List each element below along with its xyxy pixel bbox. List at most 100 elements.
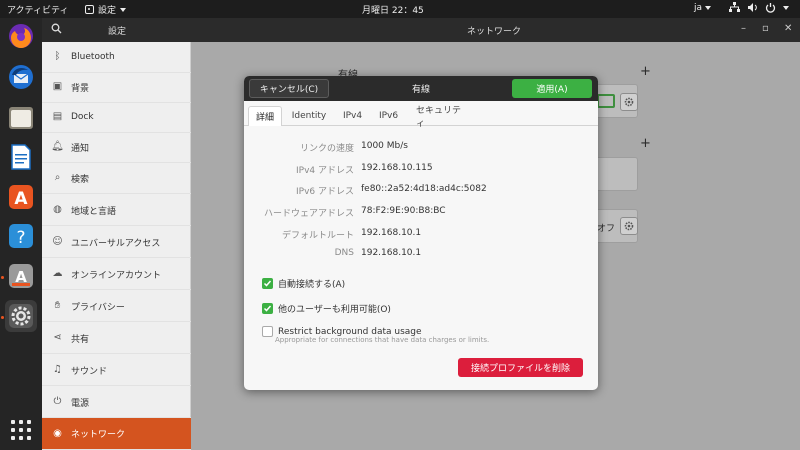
network-wired-icon: [729, 2, 740, 12]
checkbox-unchecked-icon: [262, 326, 273, 337]
search-button[interactable]: [51, 23, 62, 37]
sidebar-item-label: Bluetooth: [71, 52, 115, 62]
help-icon: ?: [9, 224, 33, 248]
wired-settings-button[interactable]: [620, 93, 638, 111]
sidebar-item-background[interactable]: ▣ 背景: [42, 72, 191, 103]
sidebar-item-label: 検索: [71, 174, 90, 185]
clock[interactable]: 月曜日 22：45: [362, 3, 452, 16]
sidebar-item-region[interactable]: ◍ 地域と言語: [42, 195, 191, 226]
svg-text:A: A: [14, 189, 28, 209]
auto-connect-checkbox[interactable]: 自動接続する(A): [262, 277, 345, 290]
sidebar-item-search[interactable]: ⌕ 検索: [42, 163, 191, 194]
dock-thunderbird[interactable]: [5, 61, 37, 93]
checkbox-label: Restrict background data usage: [278, 326, 422, 337]
dock-settings[interactable]: [5, 300, 37, 332]
wired-toggle[interactable]: [597, 94, 615, 108]
apply-button[interactable]: 適用(A): [512, 79, 592, 98]
settings-header: 設定 ネットワーク – ▫ ✕: [42, 18, 800, 42]
detail-label: IPv4 アドレス: [296, 166, 354, 176]
proxy-settings-button[interactable]: [620, 217, 638, 235]
sidebar-item-power[interactable]: ⏻ 電源: [42, 387, 191, 418]
sidebar-item-label: 共有: [71, 334, 90, 345]
volume-icon: [748, 3, 757, 12]
accessibility-icon: ☺: [52, 236, 63, 247]
dock-software[interactable]: A: [5, 181, 37, 213]
detail-label: DNS: [334, 248, 354, 258]
power-icon: ⏻: [53, 396, 62, 407]
checkbox-label: 自動接続する(A): [278, 280, 346, 290]
gear-icon: [624, 221, 634, 231]
running-indicator: [1, 276, 4, 279]
sidebar-item-label: 背景: [71, 83, 90, 94]
dock-writer[interactable]: [5, 141, 37, 173]
activities-button[interactable]: アクティビティ: [7, 3, 68, 16]
tab-ipv6[interactable]: IPv6: [373, 106, 404, 126]
dialog-tabs: 詳細 Identity IPv4 IPv6 セキュリティ: [244, 101, 598, 129]
power-icon: [765, 3, 776, 13]
sidebar-item-label: 電源: [71, 398, 90, 409]
running-indicator: [1, 316, 4, 319]
all-users-checkbox[interactable]: 他のユーザーも利用可能(O): [262, 302, 391, 315]
restrict-data-description: Appropriate for connections that have da…: [275, 336, 490, 344]
language-indicator[interactable]: ja: [694, 3, 712, 13]
dock-software-updater[interactable]: A: [5, 260, 37, 292]
top-bar: アクティビティ 設定 月曜日 22：45 ja: [0, 0, 800, 18]
detail-row-ipv4: IPv4 アドレス 192.168.10.115: [244, 163, 598, 177]
software-icon: A: [9, 185, 33, 209]
tab-details[interactable]: 詳細: [248, 106, 282, 126]
sidebar-item-label: 地域と言語: [71, 206, 117, 217]
add-vpn-button[interactable]: +: [640, 136, 651, 151]
close-button[interactable]: ✕: [784, 23, 792, 34]
detail-row-hardware-address: ハードウェアアドレス 78:F2:9E:90:B8:BC: [244, 206, 598, 220]
sidebar-item-universal-access[interactable]: ☺ ユニバーサルアクセス: [42, 227, 191, 258]
sidebar-item-bluetooth[interactable]: ᛒ Bluetooth: [42, 42, 191, 73]
minimize-button[interactable]: –: [741, 23, 746, 34]
detail-label: ハードウェアアドレス: [263, 209, 354, 219]
app-grid-icon[interactable]: [11, 420, 31, 440]
dock-files[interactable]: [5, 102, 37, 134]
sidebar-item-online-accounts[interactable]: ☁ オンラインアカウント: [42, 259, 191, 290]
sidebar-item-privacy[interactable]: ✋︎ プライバシー: [42, 291, 191, 322]
bell-icon: 🔔︎: [51, 141, 64, 152]
detail-value: fe80::2a52:4d18:ad4c:5082: [361, 184, 487, 194]
sidebar-item-sharing[interactable]: ⋖ 共有: [42, 323, 191, 354]
detail-label: リンクの速度: [299, 144, 354, 154]
cancel-button[interactable]: キャンセル(C): [249, 79, 329, 98]
background-icon: ▣: [52, 81, 63, 92]
search-icon: ⌕: [54, 172, 61, 183]
sidebar-item-network[interactable]: ◉ ネットワーク: [42, 418, 191, 450]
svg-text:?: ?: [16, 228, 25, 248]
tab-ipv4[interactable]: IPv4: [337, 106, 368, 126]
chevron-down-icon: [120, 7, 127, 12]
tab-security[interactable]: セキュリティ: [410, 106, 474, 129]
delete-profile-button[interactable]: 接続プロファイルを削除: [458, 358, 583, 377]
app-menu-label: 設定: [98, 6, 117, 16]
system-tray[interactable]: [729, 2, 789, 13]
software-updater-icon: A: [9, 264, 33, 288]
sidebar-item-label: オンラインアカウント: [71, 270, 162, 281]
proxy-status: オフ: [597, 224, 616, 234]
sidebar-item-sound[interactable]: ♫ サウンド: [42, 355, 191, 386]
dock-help[interactable]: ?: [5, 220, 37, 252]
sidebar-item-notifications[interactable]: 🔔︎ 通知: [42, 132, 191, 163]
restore-button[interactable]: ▫: [762, 23, 769, 34]
app-menu[interactable]: 設定: [85, 3, 127, 16]
sidebar-item-label: Dock: [71, 112, 94, 122]
detail-value: 192.168.10.1: [361, 228, 422, 238]
add-connection-button[interactable]: +: [640, 64, 651, 79]
sidebar-item-dock[interactable]: ▤ Dock: [42, 102, 191, 133]
chevron-down-icon: [705, 6, 712, 10]
dialog-title: 有線: [411, 85, 430, 95]
dock-firefox[interactable]: [5, 20, 37, 52]
share-icon: ⋖: [53, 332, 62, 343]
firefox-icon: [9, 24, 33, 48]
checkbox-checked-icon: [262, 278, 273, 289]
cloud-icon: ☁: [52, 268, 63, 279]
tab-identity[interactable]: Identity: [286, 106, 332, 126]
detail-value: 192.168.10.1: [361, 248, 422, 258]
globe-icon: ◍: [53, 204, 62, 215]
panel-title: ネットワーク: [467, 27, 522, 37]
sidebar-item-label: サウンド: [71, 366, 108, 377]
sidebar-item-label: プライバシー: [71, 302, 125, 313]
sidebar-item-label: ユニバーサルアクセス: [71, 238, 161, 249]
